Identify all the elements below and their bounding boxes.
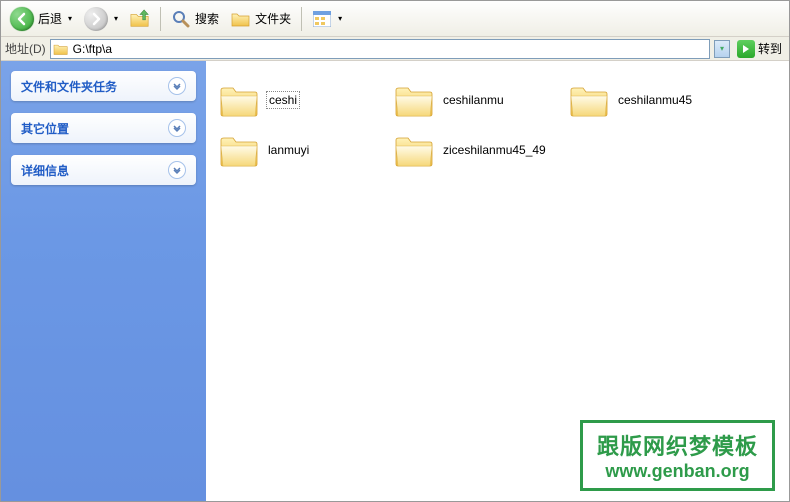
side-panel: 文件和文件夹任务 其它位置 详细信息 (1, 61, 206, 501)
search-button[interactable]: 搜索 (166, 4, 224, 34)
folder-grid: ceshi ceshilanmu ceshilanmu45 lanmuyi zi… (216, 75, 779, 175)
chevron-down-icon (168, 161, 186, 179)
back-icon (10, 7, 34, 31)
watermark: 跟版网织梦模板 www.genban.org (580, 420, 775, 491)
folder-item[interactable]: ceshilanmu (391, 75, 566, 125)
search-label: 搜索 (195, 10, 219, 27)
task-title: 详细信息 (21, 162, 69, 179)
folder-name: ziceshilanmu45_49 (441, 142, 548, 158)
task-title: 文件和文件夹任务 (21, 78, 117, 95)
chevron-down-icon: ▾ (338, 14, 342, 23)
task-title: 其它位置 (21, 120, 69, 137)
main-area: 文件和文件夹任务 其它位置 详细信息 ceshi ceshilanmu cesh… (1, 61, 789, 501)
back-button[interactable]: 后退 ▾ (5, 4, 77, 34)
chevron-down-icon: ▾ (68, 14, 72, 23)
toolbar-separator (301, 7, 302, 31)
search-icon (171, 9, 191, 29)
folder-name: ceshilanmu (441, 92, 506, 108)
folder-name: ceshi (266, 91, 300, 109)
watermark-text-cn: 跟版网织梦模板 (597, 429, 758, 461)
folder-name: lanmuyi (266, 142, 311, 158)
folder-icon (53, 42, 69, 56)
back-label: 后退 (38, 10, 62, 27)
address-dropdown[interactable]: ▾ (714, 40, 730, 58)
folders-button[interactable]: 文件夹 (226, 4, 296, 34)
folder-item[interactable]: ziceshilanmu45_49 (391, 125, 566, 175)
task-box-details[interactable]: 详细信息 (11, 155, 196, 185)
folder-name: ceshilanmu45 (616, 92, 694, 108)
forward-icon (84, 7, 108, 31)
go-label: 转到 (758, 40, 782, 57)
content-pane[interactable]: ceshi ceshilanmu ceshilanmu45 lanmuyi zi… (206, 61, 789, 501)
watermark-url: www.genban.org (597, 461, 758, 482)
folders-icon (231, 9, 251, 29)
views-button[interactable]: ▾ (307, 4, 347, 34)
folder-item[interactable]: ceshilanmu45 (566, 75, 741, 125)
toolbar-separator (160, 7, 161, 31)
address-input-wrap[interactable] (50, 39, 710, 59)
address-label: 地址(D) (5, 40, 46, 57)
folder-up-icon (130, 9, 150, 29)
address-bar: 地址(D) ▾ 转到 (1, 37, 789, 61)
go-button[interactable]: 转到 (734, 39, 785, 59)
views-icon (312, 9, 332, 29)
folders-label: 文件夹 (255, 10, 291, 27)
toolbar: 后退 ▾ ▾ 搜索 文件夹 (1, 1, 789, 37)
folder-item[interactable]: ceshi (216, 75, 391, 125)
forward-button[interactable]: ▾ (79, 4, 123, 34)
chevron-down-icon: ▾ (114, 14, 118, 23)
address-input[interactable] (69, 42, 707, 56)
folder-item[interactable]: lanmuyi (216, 125, 391, 175)
task-box-other-places[interactable]: 其它位置 (11, 113, 196, 143)
chevron-down-icon (168, 119, 186, 137)
task-box-file-folder[interactable]: 文件和文件夹任务 (11, 71, 196, 101)
go-icon (737, 40, 755, 58)
chevron-down-icon (168, 77, 186, 95)
up-button[interactable] (125, 4, 155, 34)
